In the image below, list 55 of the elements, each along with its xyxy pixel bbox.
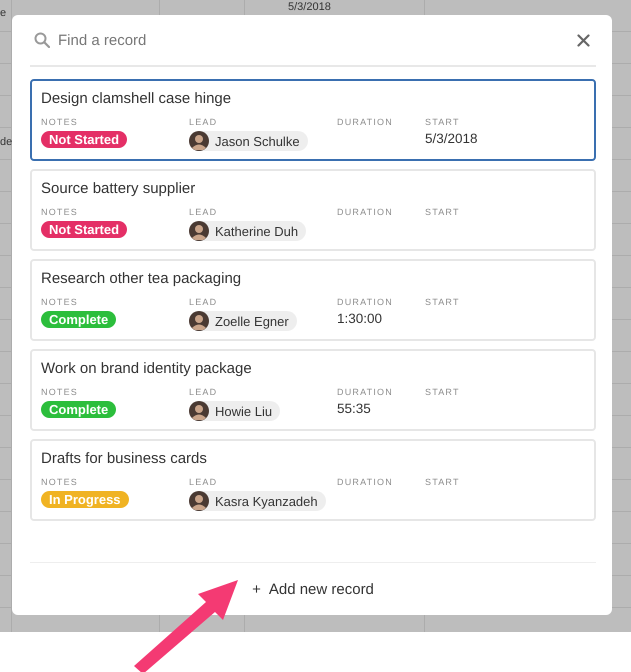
avatar-icon <box>189 311 209 331</box>
status-badge: Complete <box>41 311 116 328</box>
field-label: LEAD <box>189 297 218 307</box>
field-label: NOTES <box>41 117 78 127</box>
duration-value: 55:35 <box>337 401 371 416</box>
field-label: START <box>425 117 460 127</box>
record-card[interactable]: Work on brand identity package NOTES Complete LEAD Howie Liu DURATION 55:35 START <box>30 349 596 431</box>
field-label: NOTES <box>41 207 78 217</box>
record-card[interactable]: Design clamshell case hinge NOTES Not Started LEAD Jason Schulke DURATION START 5/3/2018 <box>30 79 596 161</box>
search-icon <box>34 32 50 48</box>
search-field[interactable]: Find a record <box>58 32 569 48</box>
field-label: DURATION <box>337 297 393 307</box>
field-label: DURATION <box>337 387 393 397</box>
field-label: DURATION <box>337 207 393 217</box>
lead-name: Katherine Duh <box>215 224 298 238</box>
status-badge: Not Started <box>41 131 128 148</box>
lead-name: Zoelle Egner <box>215 314 289 328</box>
sheet-cell-text: e <box>0 7 6 19</box>
close-icon[interactable] <box>577 34 590 46</box>
field-label: NOTES <box>41 297 78 307</box>
field-label: START <box>425 207 460 217</box>
field-label: LEAD <box>189 477 218 487</box>
status-badge: Complete <box>41 401 116 418</box>
record-card[interactable]: Research other tea packaging NOTES Complete LEAD Zoelle Egner DURATION 1:30:00 START <box>30 259 596 341</box>
record-title: Design clamshell case hinge <box>41 90 232 107</box>
avatar-icon <box>189 491 209 511</box>
sheet-cell-text: 5/3/2018 <box>288 1 331 13</box>
record-title: Drafts for business cards <box>41 450 208 467</box>
duration-value: 1:30:00 <box>337 311 382 326</box>
record-card[interactable]: Source battery supplier NOTES Not Started LEAD Katherine Duh DURATION START <box>30 169 596 251</box>
record-title: Work on brand identity package <box>41 360 253 377</box>
field-label: LEAD <box>189 387 218 397</box>
field-label: START <box>425 297 460 307</box>
lead-name: Kasra Kyanzadeh <box>215 494 318 508</box>
avatar-icon <box>189 401 209 421</box>
sheet-cell-text: de <box>0 136 12 148</box>
field-label: NOTES <box>41 387 78 397</box>
start-date: 5/3/2018 <box>425 131 478 146</box>
lead-name: Howie Liu <box>215 404 272 418</box>
field-label: NOTES <box>41 477 78 487</box>
field-label: DURATION <box>337 477 393 487</box>
field-label: START <box>425 477 460 487</box>
record-title: Research other tea packaging <box>41 270 242 287</box>
status-badge: Not Started <box>41 221 128 238</box>
add-record-button[interactable]: + Add new record <box>248 578 378 600</box>
status-badge: In Progress <box>41 491 129 508</box>
avatar-icon <box>189 131 209 151</box>
field-label: LEAD <box>189 117 218 127</box>
field-label: LEAD <box>189 207 218 217</box>
record-card[interactable]: Drafts for business cards NOTES In Progress LEAD Kasra Kyanzadeh DURATION START <box>30 439 596 521</box>
field-label: START <box>425 387 460 397</box>
lead-name: Jason Schulke <box>215 134 300 148</box>
field-label: DURATION <box>337 117 393 127</box>
avatar-icon <box>189 221 209 241</box>
record-title: Source battery supplier <box>41 180 196 197</box>
